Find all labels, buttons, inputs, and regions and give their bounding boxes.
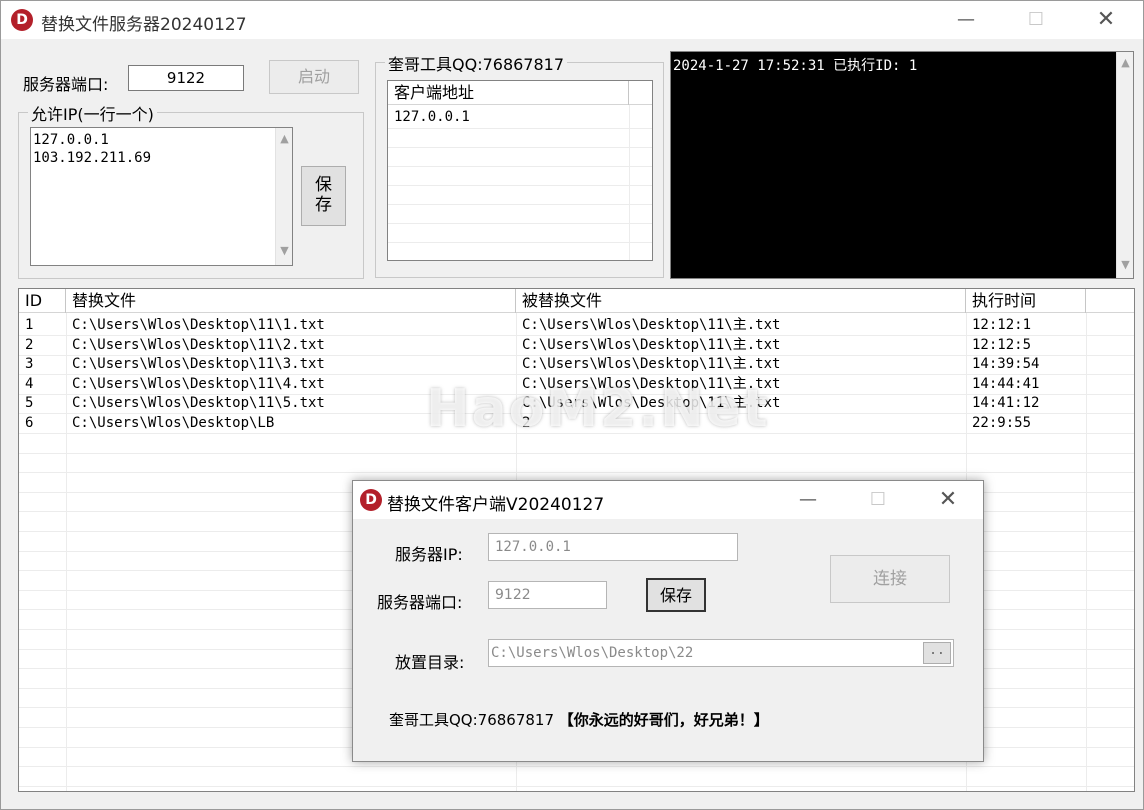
app-logo-icon: D xyxy=(360,489,382,511)
save-ip-button-label-2: 存 xyxy=(315,195,332,215)
clients-caption: 奎哥工具QQ:76867817 xyxy=(385,51,568,75)
allowed-ip-line: 127.0.0.1 xyxy=(33,132,109,148)
clients-list[interactable]: 客户端地址 127.0.0.1 xyxy=(387,80,653,261)
clients-gridline xyxy=(388,185,652,186)
client-footer-slogan: 【你永远的好哥们，好兄弟！】 xyxy=(558,711,769,729)
maximize-icon[interactable]: ☐ xyxy=(855,481,901,519)
clients-header-address[interactable]: 客户端地址 xyxy=(388,81,629,105)
save-ip-button[interactable]: 保 存 xyxy=(301,166,346,226)
log-line: 2024-1-27 17:52:31 已执行ID: 1 xyxy=(673,58,918,74)
client-save-button[interactable]: 保存 xyxy=(646,578,706,612)
allowed-ip-line: 103.192.211.69 xyxy=(33,150,152,166)
server-titlebar[interactable]: D 替换文件服务器20240127 — ☐ ✕ xyxy=(1,1,1143,39)
client-titlebar[interactable]: D 替换文件客户端V20240127 — ☐ ✕ xyxy=(353,481,983,519)
clients-colline xyxy=(629,105,630,260)
clients-gridline xyxy=(388,147,652,148)
clients-gridline xyxy=(388,242,652,243)
log-panel[interactable]: 2024-1-27 17:52:31 已执行ID: 1 ▲ ▼ xyxy=(670,51,1134,279)
server-port-label: 服务器端口: xyxy=(23,75,109,94)
maximize-icon[interactable]: ☐ xyxy=(1013,1,1059,39)
server-title: 替换文件服务器20240127 xyxy=(41,15,247,35)
allowed-ip-scrollbar[interactable]: ▲ ▼ xyxy=(275,128,292,265)
client-dir-input[interactable]: C:\Users\Wlos\Desktop\22 .. xyxy=(488,639,954,667)
log-scrollbar[interactable]: ▲ ▼ xyxy=(1116,52,1133,278)
scroll-down-icon[interactable]: ▼ xyxy=(276,244,293,257)
client-server-ip-label: 服务器IP: xyxy=(395,545,463,564)
app-logo-icon: D xyxy=(11,9,33,31)
minimize-icon[interactable]: — xyxy=(785,481,831,519)
close-icon[interactable]: ✕ xyxy=(1083,1,1129,39)
client-title: 替换文件客户端V20240127 xyxy=(387,495,605,515)
clients-gridline xyxy=(388,166,652,167)
client-server-ip-input[interactable]: 127.0.0.1 xyxy=(488,533,738,561)
clients-gridline xyxy=(388,223,652,224)
client-window: D 替换文件客户端V20240127 — ☐ ✕ 服务器IP: 127.0.0.… xyxy=(352,480,984,762)
client-address-row[interactable]: 127.0.0.1 xyxy=(394,109,470,125)
client-footer-qq: 奎哥工具QQ:76867817 xyxy=(389,711,555,729)
scroll-up-icon[interactable]: ▲ xyxy=(276,132,293,145)
client-footer: 奎哥工具QQ:76867817 【你永远的好哥们，好兄弟！】 xyxy=(389,709,769,730)
clients-gridline xyxy=(388,128,652,129)
server-port-input[interactable]: 9122 xyxy=(128,65,244,91)
client-dir-label: 放置目录: xyxy=(395,653,465,672)
client-dir-value: C:\Users\Wlos\Desktop\22 xyxy=(491,645,694,661)
save-ip-button-label-1: 保 xyxy=(315,175,332,195)
allowed-ip-textarea[interactable]: 127.0.0.1 103.192.211.69 ▲ ▼ xyxy=(30,127,293,266)
clients-gridline xyxy=(388,204,652,205)
connect-button[interactable]: 连接 xyxy=(830,555,950,603)
table-colline xyxy=(66,313,67,791)
allowed-ip-caption: 允许IP(一行一个) xyxy=(28,101,157,125)
client-port-input[interactable]: 9122 xyxy=(488,581,607,609)
table-colline xyxy=(1086,313,1087,791)
minimize-icon[interactable]: — xyxy=(943,1,989,39)
close-icon[interactable]: ✕ xyxy=(925,481,971,519)
scroll-up-icon[interactable]: ▲ xyxy=(1117,56,1134,69)
client-port-label: 服务器端口: xyxy=(377,593,463,612)
clients-list-header: 客户端地址 xyxy=(388,81,652,105)
start-button[interactable]: 启动 xyxy=(269,60,359,94)
watermark: HaoM2.Net xyxy=(426,379,770,439)
scroll-down-icon[interactable]: ▼ xyxy=(1117,258,1134,271)
browse-button[interactable]: .. xyxy=(923,642,951,664)
